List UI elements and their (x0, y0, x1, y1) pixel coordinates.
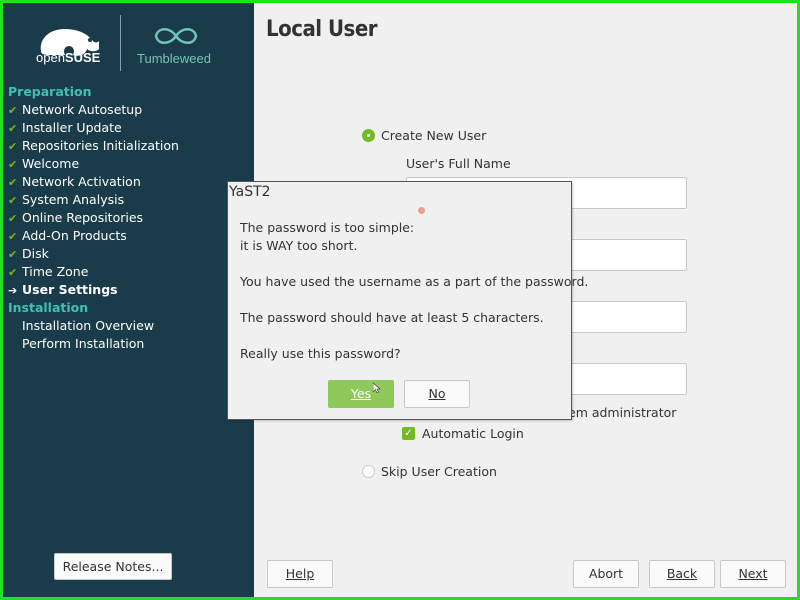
sidebar: openSUSE Tumbleweed Preparation ✔ Network… (3, 3, 254, 597)
step-perform-installation: Perform Installation (22, 336, 145, 351)
create-new-user-radio[interactable] (362, 129, 375, 142)
step-installer-update: ✔ Installer Update (8, 119, 248, 137)
check-icon: ✔ (8, 230, 18, 243)
check-icon: ✔ (8, 158, 18, 171)
check-icon: ✔ (8, 266, 18, 279)
dialog-question: Really use this password? (240, 346, 401, 361)
step-repositories-initialization: ✔ Repositories Initialization (8, 137, 248, 155)
system-admin-label[interactable]: em administrator (568, 405, 676, 420)
check-icon: ✔ (8, 140, 18, 153)
abort-button[interactable]: Abort (573, 560, 639, 588)
skip-user-creation-radio[interactable] (362, 465, 375, 478)
next-button[interactable]: Next (720, 560, 786, 588)
check-icon: ✔ (8, 176, 18, 189)
full-name-label: User's Full Name (406, 156, 511, 171)
step-disk: ✔ Disk (8, 245, 248, 263)
arrow-right-icon: ➔ (8, 284, 18, 297)
help-button[interactable]: Help (267, 560, 333, 588)
step-online-repositories: ✔ Online Repositories (8, 209, 248, 227)
section-preparation: Preparation (8, 84, 92, 99)
step-network-activation: ✔ Network Activation (8, 173, 248, 191)
logo-divider (120, 15, 121, 71)
step-network-autosetup: ✔ Network Autosetup (8, 101, 248, 119)
create-new-user-label[interactable]: Create New User (381, 128, 486, 143)
tumbleweed-infinity-icon (154, 28, 198, 44)
check-icon: ✔ (8, 104, 18, 117)
password-warning-dialog: YaST2 The password is too simple: it is … (227, 181, 588, 420)
opensuse-wordmark: openSUSE (36, 50, 101, 65)
step-system-analysis: ✔ System Analysis (8, 191, 248, 209)
installation-steps: Preparation ✔ Network Autosetup ✔ Installe… (8, 83, 248, 353)
section-installation: Installation (8, 300, 89, 315)
logo-area: openSUSE Tumbleweed (3, 3, 254, 83)
busy-indicator-dot (418, 207, 425, 214)
step-time-zone: ✔ Time Zone (8, 263, 248, 281)
step-welcome: ✔ Welcome (8, 155, 248, 173)
check-icon: ✔ (8, 248, 18, 261)
dialog-title: YaST2 (229, 184, 271, 200)
dialog-message-line-4: The password should have at least 5 char… (240, 310, 544, 325)
back-button[interactable]: Back (649, 560, 715, 588)
automatic-login-checkbox[interactable]: ✓ (402, 427, 415, 440)
page-title: Local User (266, 17, 378, 42)
check-icon: ✔ (8, 122, 18, 135)
step-user-settings: ➔ User Settings (8, 281, 248, 299)
step-add-on-products: ✔ Add-On Products (8, 227, 248, 245)
check-icon: ✔ (8, 194, 18, 207)
step-installation-overview: Installation Overview (22, 318, 155, 333)
dialog-message-line-3: You have used the username as a part of … (240, 274, 589, 289)
dialog-message-line-1: The password is too simple: (240, 220, 415, 235)
check-icon: ✔ (8, 212, 18, 225)
tumbleweed-wordmark: Tumbleweed (137, 51, 211, 66)
release-notes-button[interactable]: Release Notes... (54, 553, 172, 580)
automatic-login-label[interactable]: Automatic Login (422, 426, 524, 441)
dialog-message-line-2: it is WAY too short. (240, 238, 358, 253)
yes-button[interactable]: Yes (328, 380, 394, 408)
no-button[interactable]: No (404, 380, 470, 408)
mouse-cursor-icon (373, 383, 381, 393)
skip-user-creation-label[interactable]: Skip User Creation (381, 464, 497, 479)
